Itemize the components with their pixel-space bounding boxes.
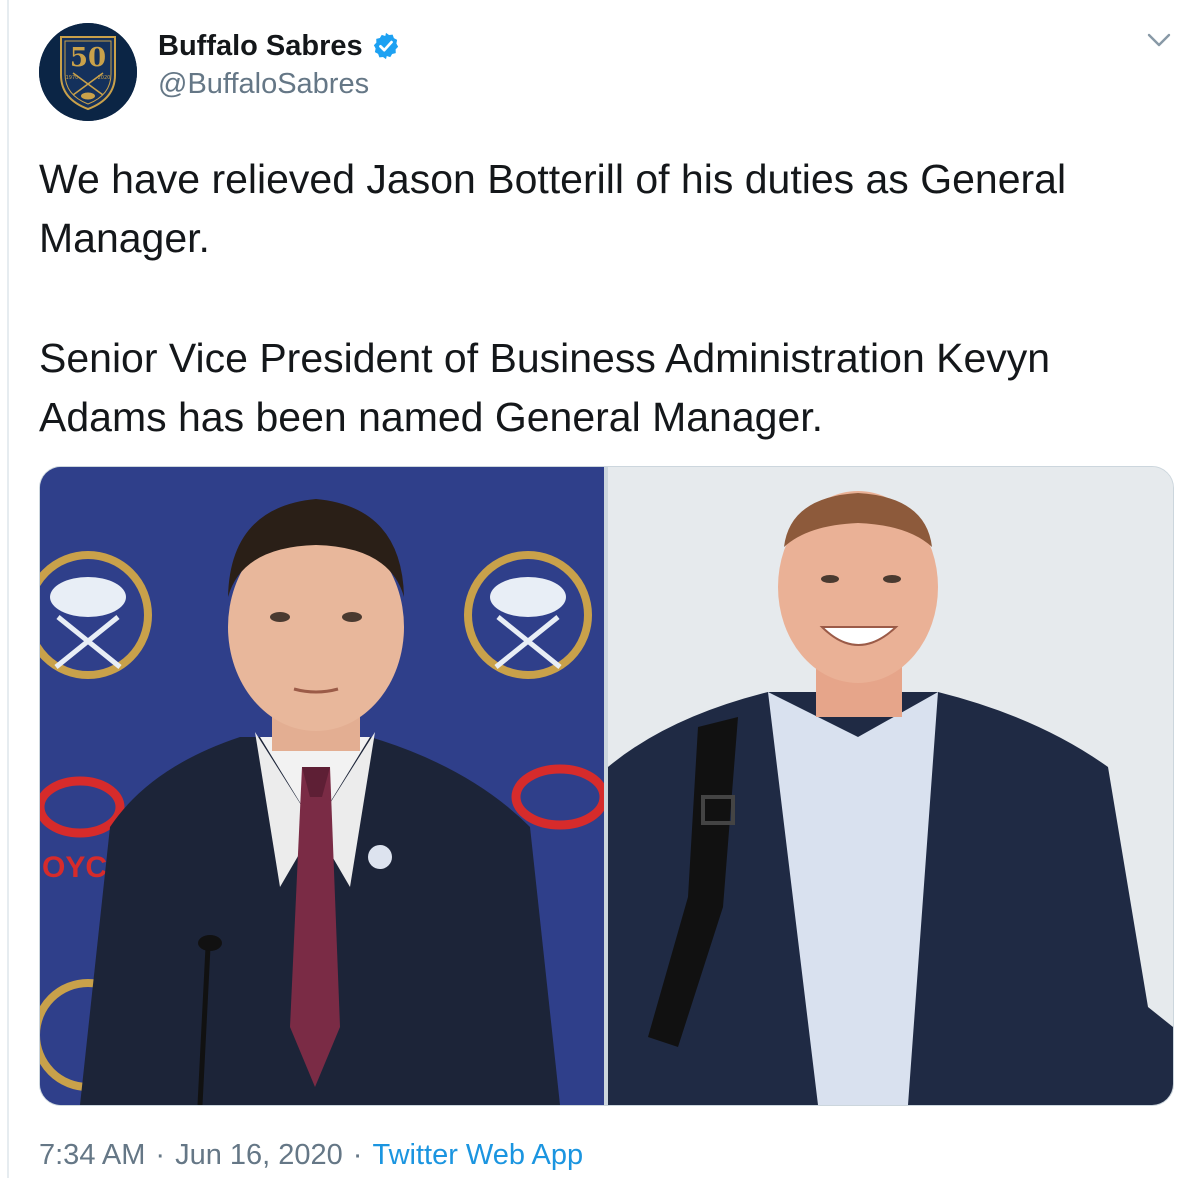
tweet-text: We have relieved Jason Botterill of his … — [39, 150, 1179, 447]
author-name-row[interactable]: Buffalo Sabres — [158, 26, 401, 66]
verified-badge-icon — [373, 32, 398, 60]
tweet-time[interactable]: 7:34 AM — [39, 1135, 145, 1175]
display-name[interactable]: Buffalo Sabres — [158, 28, 363, 64]
media-grid: OYC — [39, 466, 1174, 1106]
photo-left-illustration: OYC — [40, 467, 604, 1105]
meta-separator: · — [155, 1139, 166, 1171]
photo-right-illustration — [608, 467, 1173, 1105]
meta-separator: · — [352, 1139, 363, 1171]
tweet-card: 50 1970 2020 Buffalo Sabres @BuffaloSabr… — [0, 0, 1204, 1178]
photo-kevyn-adams[interactable] — [608, 467, 1173, 1105]
chevron-down-icon — [1147, 33, 1171, 47]
avatar-50-text: 50 — [70, 43, 106, 73]
tweet-meta: 7:34 AM · Jun 16, 2020 · Twitter Web App — [39, 1135, 583, 1175]
handle[interactable]: @BuffaloSabres — [158, 66, 369, 102]
backdrop-sabres-logo-left — [40, 551, 152, 679]
backdrop-sabres-logo-right — [464, 551, 592, 679]
avatar[interactable]: 50 1970 2020 — [39, 23, 137, 121]
photo-jason-botterill[interactable]: OYC — [40, 467, 604, 1105]
tweet-source-link[interactable]: Twitter Web App — [372, 1135, 583, 1175]
tweet-menu-button[interactable] — [1144, 26, 1174, 54]
tweet-date[interactable]: Jun 16, 2020 — [175, 1135, 343, 1175]
sabres-logo-icon: 50 1970 2020 — [39, 23, 137, 121]
backdrop-text: OYC — [42, 851, 107, 884]
tweet-paragraph: Senior Vice President of Business Admini… — [39, 335, 1051, 440]
tweet-paragraph: We have relieved Jason Botterill of his … — [39, 156, 1067, 261]
